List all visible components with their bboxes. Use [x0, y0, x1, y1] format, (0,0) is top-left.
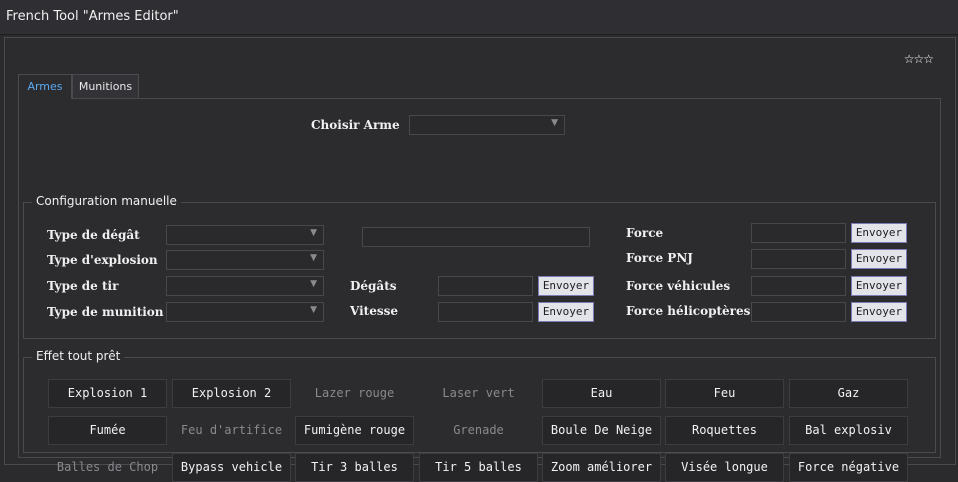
force-input[interactable]: [751, 223, 846, 243]
preset-button[interactable]: Boule De Neige: [542, 416, 661, 445]
force-helicopters-label: Force hélicoptères: [626, 304, 751, 318]
preset-button[interactable]: Explosion 1: [48, 379, 167, 408]
force-vehicles-send-button[interactable]: Envoyer: [851, 276, 907, 296]
explosion-type-label: Type d'explosion: [47, 253, 158, 267]
force-helicopters-input[interactable]: [751, 302, 846, 322]
damage-type-label: Type de dégât: [47, 228, 140, 242]
window-title: French Tool "Armes Editor": [6, 9, 179, 24]
speed-label: Vitesse: [350, 304, 398, 318]
preset-button[interactable]: Bal explosiv: [789, 416, 908, 445]
stars-icon: ☆☆☆: [903, 52, 934, 66]
speed-send-button[interactable]: Envoyer: [538, 302, 594, 322]
title-bar: French Tool "Armes Editor": [0, 0, 958, 35]
chevron-down-icon: ▼: [310, 253, 317, 263]
presets-legend: Effet tout prêt: [32, 349, 125, 363]
force-send-button[interactable]: Envoyer: [851, 223, 907, 243]
force-npc-send-button[interactable]: Envoyer: [851, 249, 907, 269]
presets-group: Effet tout prêt Explosion 1 Explosion 2 La…: [23, 349, 936, 482]
chevron-down-icon: ▼: [551, 118, 558, 128]
explosion-type-select[interactable]: ▼: [166, 250, 324, 270]
tab-munitions[interactable]: Munitions: [72, 74, 139, 98]
preset-button[interactable]: Grenade: [419, 416, 538, 445]
force-helicopters-send-button[interactable]: Envoyer: [851, 302, 907, 322]
chevron-down-icon: ▼: [310, 305, 317, 315]
preset-button[interactable]: Fumigène rouge: [295, 416, 414, 445]
preset-button[interactable]: Lazer rouge: [295, 379, 414, 408]
damage-input[interactable]: [438, 276, 533, 296]
force-vehicles-input[interactable]: [751, 276, 846, 296]
preset-button[interactable]: Eau: [542, 379, 661, 408]
speed-input[interactable]: [438, 302, 533, 322]
ammo-type-label: Type de munition: [47, 305, 164, 319]
damage-label: Dégâts: [350, 279, 397, 293]
preset-button[interactable]: Feu: [665, 379, 784, 408]
preset-button[interactable]: Laser vert: [419, 379, 538, 408]
fire-type-label: Type de tir: [47, 279, 119, 293]
preset-button[interactable]: Gaz: [789, 379, 908, 408]
main-frame: ☆☆☆ Armes Munitions Choisir Arme ▼ Confi…: [4, 37, 956, 482]
tab-armes[interactable]: Armes: [18, 74, 72, 99]
armes-panel: Choisir Arme ▼ Configuration manuelle Ty…: [18, 98, 941, 482]
force-vehicles-label: Force véhicules: [626, 279, 731, 293]
force-npc-input[interactable]: [751, 249, 846, 269]
damage-send-button[interactable]: Envoyer: [538, 276, 594, 296]
force-label: Force: [626, 226, 664, 240]
choose-weapon-label: Choisir Arme: [311, 118, 400, 132]
force-npc-label: Force PNJ: [626, 251, 693, 265]
fire-type-select[interactable]: ▼: [166, 276, 324, 296]
custom-text-input[interactable]: [362, 227, 590, 247]
damage-type-select[interactable]: ▼: [166, 225, 324, 245]
manual-config-group: Configuration manuelle Type de dégât ▼ T…: [23, 194, 936, 339]
preset-button[interactable]: Roquettes: [665, 416, 784, 445]
preset-button[interactable]: Explosion 2: [172, 379, 291, 408]
preset-button[interactable]: Feu d'artifice: [172, 416, 291, 445]
preset-button[interactable]: Fumée: [48, 416, 167, 445]
chevron-down-icon: ▼: [310, 228, 317, 238]
ammo-type-select[interactable]: ▼: [166, 302, 324, 322]
manual-config-legend: Configuration manuelle: [32, 194, 181, 208]
choose-weapon-select[interactable]: ▼: [409, 115, 565, 135]
chevron-down-icon: ▼: [310, 279, 317, 289]
